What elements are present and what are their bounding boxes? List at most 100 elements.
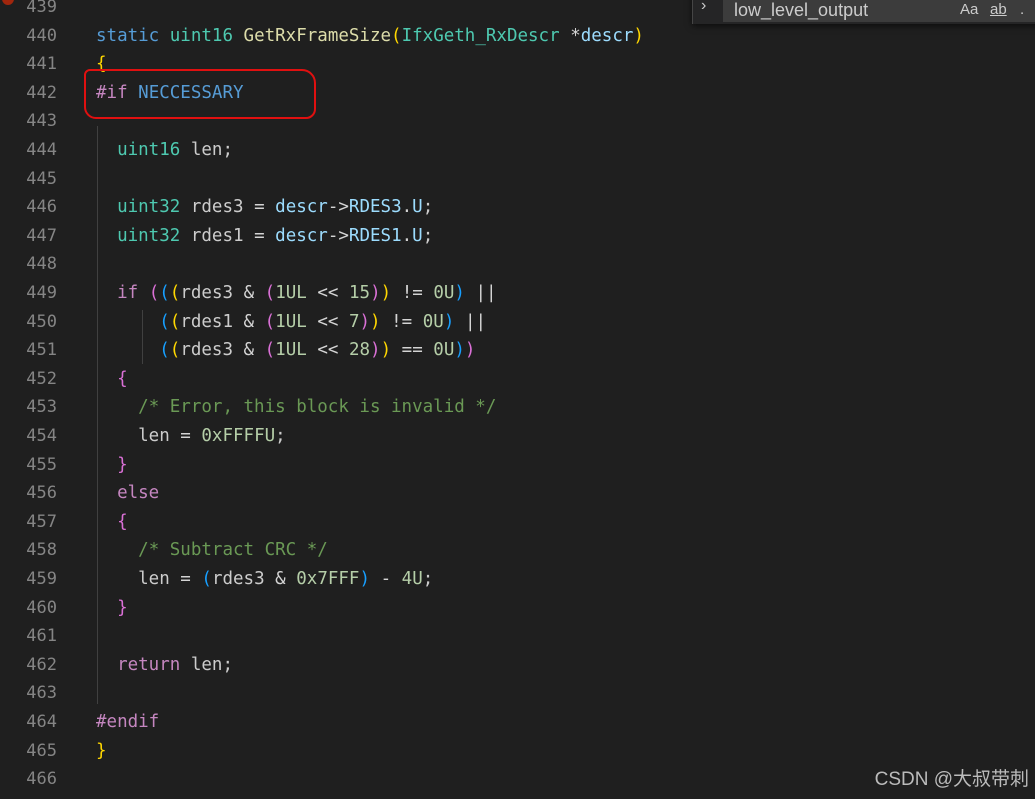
- code-token: &: [243, 283, 255, 303]
- code-token: ;: [422, 197, 434, 218]
- regex-toggle-icon[interactable]: .: [1020, 1, 1024, 18]
- line-number: 461: [26, 626, 57, 647]
- code-token: U: [412, 197, 423, 218]
- code-token: 1UL: [275, 283, 307, 303]
- code-token: ): [380, 283, 392, 303]
- code-token: (: [264, 311, 276, 332]
- code-line[interactable]: 451 ((rdes3 & (1UL << 28)) == 0U)): [0, 336, 1035, 365]
- code-token: 0U: [433, 340, 455, 361]
- code-token: (: [159, 283, 170, 303]
- code-line[interactable]: 458 /* Subtract CRC */: [0, 536, 1035, 565]
- code-token: len: [96, 569, 181, 589]
- code-token: !=: [401, 283, 423, 303]
- code-token: if: [117, 283, 139, 303]
- code-line[interactable]: 460 }: [0, 594, 1035, 623]
- code-token: &: [275, 569, 286, 589]
- code-line[interactable]: 463: [0, 679, 1035, 708]
- code-token: ;: [422, 225, 434, 246]
- line-number: 450: [26, 311, 57, 332]
- code-token: rdes1: [180, 225, 255, 246]
- line-number: 457: [26, 511, 57, 532]
- expand-replace-chevron-icon[interactable]: ›: [701, 0, 706, 15]
- code-token: rdes3: [180, 340, 244, 361]
- code-token: descr: [275, 225, 328, 246]
- code-token: =: [254, 197, 265, 218]
- code-line[interactable]: 456 else: [0, 479, 1035, 508]
- code-line[interactable]: 465}: [0, 737, 1035, 766]
- code-token: (: [264, 283, 276, 303]
- code-line[interactable]: 444 uint16 len;: [0, 136, 1035, 165]
- code-line[interactable]: 446 uint32 rdes3 = descr->RDES3.U;: [0, 193, 1035, 222]
- code-line[interactable]: 440 static uint16 GetRxFrameSize(IfxGeth_…: [0, 22, 1035, 51]
- code-token: U: [412, 225, 423, 246]
- code-line[interactable]: 464 #endif: [0, 708, 1035, 737]
- code-text: len = (rdes3 & 0x7FFF) - 4U;: [96, 565, 433, 594]
- find-widget[interactable]: › low_level_output Aa ab .: [692, 0, 1035, 24]
- code-token: GetRxFrameSize: [243, 25, 392, 46]
- code-token: (: [391, 25, 402, 46]
- code-line[interactable]: 455 }: [0, 451, 1035, 480]
- line-number: 455: [26, 454, 57, 475]
- code-text: uint16 len;: [96, 136, 233, 165]
- match-case-toggle[interactable]: Aa: [960, 1, 978, 18]
- code-token: rdes3: [180, 283, 244, 303]
- line-number: 445: [26, 168, 57, 189]
- code-editor[interactable]: 439 440 static uint16 GetRxFrameSize(IfxGe…: [0, 0, 1035, 799]
- code-text: #endif: [96, 708, 159, 737]
- code-line[interactable]: 454 len = 0xFFFFU;: [0, 422, 1035, 451]
- code-text: ((rdes1 & (1UL << 7)) != 0U) ||: [96, 308, 486, 337]
- code-line[interactable]: 447 uint32 rdes1 = descr->RDES1.U;: [0, 222, 1035, 251]
- watermark: CSDN @大叔带刺: [874, 769, 1029, 790]
- line-number: 452: [26, 368, 57, 389]
- code-line[interactable]: 445: [0, 165, 1035, 194]
- code-token: rdes1: [180, 311, 244, 332]
- code-token: ): [370, 283, 381, 303]
- code-token: ): [443, 311, 455, 332]
- code-text: }: [96, 737, 107, 766]
- code-token: (: [201, 569, 212, 589]
- code-token: {: [117, 368, 128, 389]
- code-line[interactable]: 457 {: [0, 508, 1035, 537]
- code-token: descr: [580, 25, 634, 46]
- code-token: rdes3: [211, 569, 276, 589]
- code-line[interactable]: 450 ((rdes1 & (1UL << 7)) != 0U) ||: [0, 308, 1035, 337]
- code-line[interactable]: 453 /* Error, this block is invalid */: [0, 393, 1035, 422]
- code-token: 0U: [422, 311, 444, 332]
- code-token: uint16: [117, 140, 181, 160]
- code-token: ->: [327, 225, 349, 246]
- code-line[interactable]: 448: [0, 250, 1035, 279]
- find-query-text: low_level_output: [734, 0, 869, 20]
- code-text: return len;: [96, 651, 233, 680]
- whole-word-toggle[interactable]: ab: [990, 1, 1007, 18]
- find-input[interactable]: low_level_output Aa ab .: [723, 0, 1035, 22]
- code-token: ): [454, 283, 465, 303]
- code-token: <<: [317, 340, 339, 361]
- code-text: else: [96, 479, 159, 508]
- code-line[interactable]: 449 if (((rdes3 & (1UL << 15)) != 0U) ||: [0, 279, 1035, 308]
- code-token: /* Error, this block is invalid */: [138, 397, 497, 418]
- code-token: &: [243, 340, 255, 361]
- code-line[interactable]: 459 len = (rdes3 & 0x7FFF) - 4U;: [0, 565, 1035, 594]
- line-number: 454: [26, 426, 57, 446]
- code-token: ): [380, 340, 392, 361]
- code-line[interactable]: 462 return len;: [0, 651, 1035, 680]
- code-token: ==: [401, 340, 423, 361]
- line-number: 440: [26, 25, 57, 46]
- code-token: ): [370, 340, 381, 361]
- code-token: ): [359, 569, 371, 589]
- code-token: else: [117, 483, 160, 504]
- code-text: {: [96, 365, 128, 394]
- code-line[interactable]: 452 {: [0, 365, 1035, 394]
- code-line[interactable]: 461: [0, 622, 1035, 651]
